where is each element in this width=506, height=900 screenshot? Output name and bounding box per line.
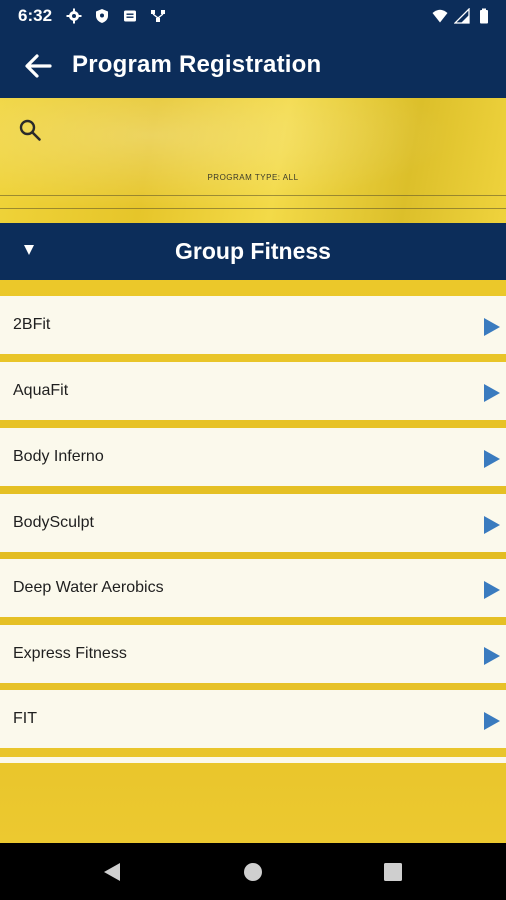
list-item[interactable]: Body Inferno xyxy=(0,428,506,486)
list-item[interactable]: Express Fitness xyxy=(0,625,506,683)
status-notification-icons xyxy=(66,8,166,24)
list-item-label: Deep Water Aerobics xyxy=(13,579,164,596)
list-item[interactable]: Deep Water Aerobics xyxy=(0,559,506,617)
list-item-label: BodySculpt xyxy=(13,514,94,531)
system-nav-bar xyxy=(0,843,506,900)
list-item-label: AquaFit xyxy=(13,382,69,399)
wifi-icon xyxy=(432,9,448,23)
app-bar: Program Registration xyxy=(0,32,506,98)
list-item[interactable]: FIT xyxy=(0,690,506,748)
play-arrow-icon xyxy=(484,581,500,599)
section-header-group-fitness[interactable]: Group Fitness xyxy=(0,223,506,280)
filter-banner: PROGRAM TYPE: ALL xyxy=(0,98,506,223)
page-title: Program Registration xyxy=(72,51,322,78)
list-item[interactable]: 2BFit xyxy=(0,296,506,354)
play-arrow-icon xyxy=(484,450,500,468)
play-arrow-icon xyxy=(484,516,500,534)
play-arrow-icon xyxy=(484,712,500,730)
shield-icon xyxy=(96,9,108,23)
list-item[interactable]: BodySculpt xyxy=(0,494,506,552)
back-triangle-icon[interactable] xyxy=(101,861,123,883)
play-arrow-icon xyxy=(484,384,500,402)
program-type-filter[interactable]: PROGRAM TYPE: ALL xyxy=(0,173,506,182)
search-icon[interactable] xyxy=(18,118,42,142)
list-item-partial xyxy=(0,757,506,763)
network-icon xyxy=(151,10,165,22)
divider xyxy=(0,208,506,209)
section-title: Group Fitness xyxy=(175,238,331,264)
play-arrow-icon xyxy=(484,647,500,665)
status-system-icons xyxy=(432,8,492,24)
status-bar: 6:32 xyxy=(0,0,506,32)
program-list: 2BFit AquaFit Body Inferno BodySculpt De… xyxy=(0,280,506,843)
battery-icon xyxy=(480,8,488,24)
play-arrow-icon xyxy=(484,318,500,336)
list-item-label: FIT xyxy=(13,710,37,727)
recents-square-icon[interactable] xyxy=(382,861,404,883)
divider xyxy=(0,195,506,196)
list-item-label: Express Fitness xyxy=(13,645,127,662)
home-circle-icon[interactable] xyxy=(242,861,264,883)
message-icon xyxy=(124,10,136,22)
back-arrow-icon[interactable] xyxy=(22,50,54,82)
list-item[interactable]: AquaFit xyxy=(0,362,506,420)
signal-icon xyxy=(454,8,470,24)
gear-icon xyxy=(66,8,82,24)
list-item-label: 2BFit xyxy=(13,316,51,333)
status-time: 6:32 xyxy=(18,6,53,25)
list-item-label: Body Inferno xyxy=(13,448,104,465)
